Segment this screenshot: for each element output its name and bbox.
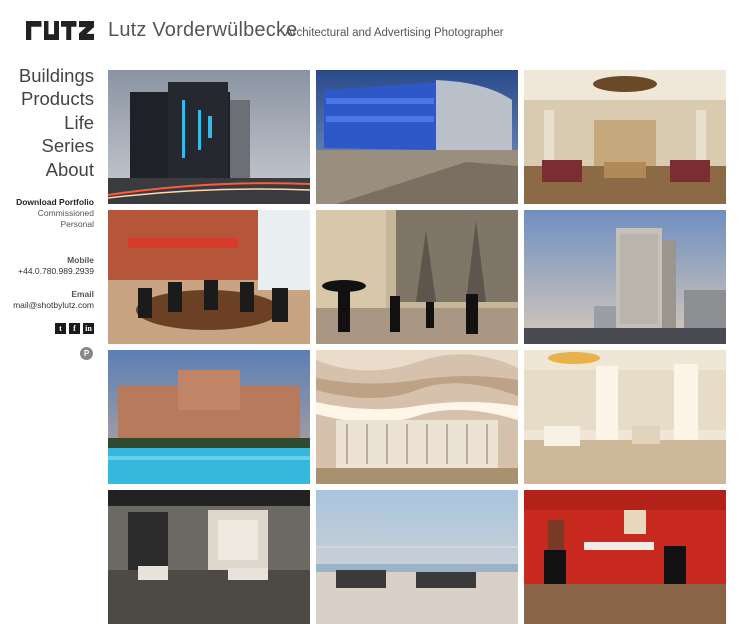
linkedin-icon[interactable]: in bbox=[83, 323, 94, 334]
photo-resort-pool[interactable] bbox=[108, 350, 310, 484]
mobile-label: Mobile bbox=[67, 255, 94, 265]
nav-products[interactable]: Products bbox=[19, 87, 94, 110]
social-links: t f in bbox=[55, 323, 94, 334]
site-title: Lutz Vorderwülbecke bbox=[108, 19, 298, 41]
main-nav: Buildings Products Life Series About bbox=[19, 64, 94, 181]
nav-series[interactable]: Series bbox=[19, 134, 94, 157]
photo-lounge-interior[interactable] bbox=[108, 490, 310, 624]
portfolio-download: Download Portfolio Commissioned Personal bbox=[16, 197, 94, 230]
mobile-number: +44.0.780.989.2939 bbox=[18, 266, 94, 276]
email-label: Email bbox=[71, 289, 94, 299]
email-link[interactable]: mail@shotbylutz.com bbox=[13, 300, 94, 311]
photo-hotel-lobby-chandelier[interactable] bbox=[524, 70, 726, 204]
site-tagline: Architectural and Advertising Photograph… bbox=[285, 27, 504, 39]
contact-mobile: Mobile +44.0.780.989.2939 bbox=[18, 255, 94, 277]
photo-wavy-balconies[interactable] bbox=[316, 350, 518, 484]
photo-night-tower-hotel[interactable] bbox=[108, 70, 310, 204]
portfolio-link-personal[interactable]: Personal bbox=[16, 219, 94, 230]
nav-buildings[interactable]: Buildings bbox=[19, 64, 94, 87]
facebook-icon[interactable]: f bbox=[69, 323, 80, 334]
photo-conference-room[interactable] bbox=[108, 210, 310, 344]
photo-high-rise-hotel-dusk[interactable] bbox=[524, 210, 726, 344]
nav-about[interactable]: About bbox=[19, 158, 94, 181]
download-portfolio-heading: Download Portfolio bbox=[16, 197, 94, 207]
twitter-icon[interactable]: t bbox=[55, 323, 66, 334]
photo-red-dining-room[interactable] bbox=[524, 490, 726, 624]
pinterest-icon[interactable]: P bbox=[80, 347, 93, 360]
photo-hotel-lobby-columns[interactable] bbox=[524, 350, 726, 484]
nav-life[interactable]: Life bbox=[19, 111, 94, 134]
photo-cathedral-terrace[interactable] bbox=[316, 210, 518, 344]
photo-curved-facade-building[interactable] bbox=[316, 70, 518, 204]
portfolio-link-commissioned[interactable]: Commissioned bbox=[16, 208, 94, 219]
logo[interactable] bbox=[26, 21, 94, 40]
photo-sea-terrace[interactable] bbox=[316, 490, 518, 624]
contact-email: Email mail@shotbylutz.com bbox=[13, 289, 94, 311]
